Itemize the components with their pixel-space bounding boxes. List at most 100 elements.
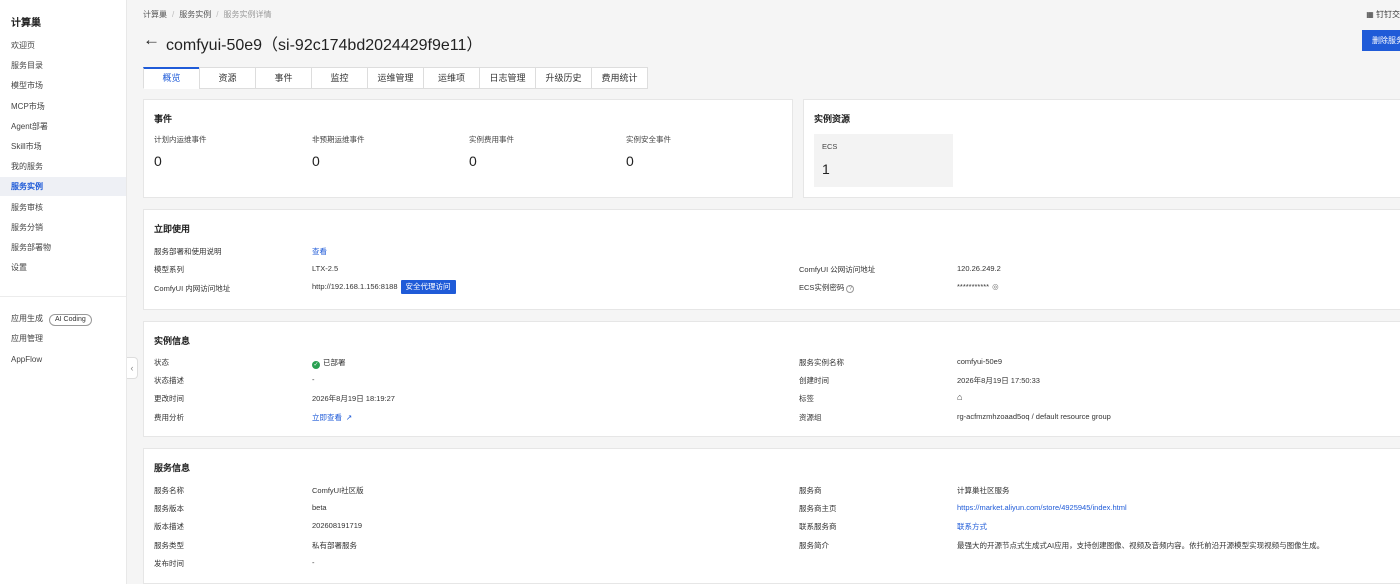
events-card: 事件 计划内运维事件 0 非预期运维事件 0 实例费用事件 0 实例安全事件 0 [143,99,793,198]
instance-name-value: comfyui-50e9 [957,357,1003,366]
check-circle-icon: ✓ [312,361,320,369]
sidebar-item-welcome[interactable]: 欢迎页 [0,36,126,55]
eye-off-icon[interactable]: ◎ [992,282,999,291]
created-time-value: 2026年8月19日 17:50:33 [957,376,1040,385]
version-desc-value: 202608191719 [312,521,363,530]
breadcrumb-item-instances[interactable]: 服务实例 [179,10,211,19]
guide-view-link[interactable]: 查看 [312,246,327,257]
breadcrumb-item-home[interactable]: 计算巢 [143,10,167,19]
tab-events[interactable]: 事件 [255,67,312,89]
field-label: 标签 [799,394,814,403]
field-label: 联系服务商 [799,522,837,531]
tag-icon[interactable]: ⌂ [957,392,962,402]
dingtalk-link[interactable]: ▦ 钉钉交 [1366,9,1400,20]
field-label: 状态描述 [154,376,184,385]
password-value: *********** ◎ [957,282,999,291]
internal-address: http://192.168.1.156:8188 安全代理访问 [312,280,456,294]
field-label: 服务版本 [154,504,184,513]
sidebar-item-service-review[interactable]: 服务审核 [0,198,126,217]
service-version-value: beta [312,503,327,512]
page-title: comfyui-50e9（si-92c174bd2024429f9e11） [166,37,483,54]
stat-label: 实例安全事件 [626,135,671,144]
stat-value[interactable]: 0 [312,153,320,169]
sidebar-item-app-generation[interactable]: 应用生成 AI Coding [0,309,126,328]
resources-card-title: 实例资源 [814,114,851,124]
tab-cost-statistics[interactable]: 费用统计 [591,67,648,89]
events-card-title: 事件 [154,114,173,124]
field-label: 创建时间 [799,376,829,385]
field-label: 更改时间 [154,394,184,403]
tab-overview[interactable]: 概览 [143,67,200,89]
sidebar-divider [0,296,126,297]
status-text: 已部署 [323,358,346,367]
sidebar-item-agent-deploy[interactable]: Agent部署 [0,117,126,136]
ecs-resource-tile[interactable]: ECS 1 [814,134,953,187]
sidebar-item-mcp-market[interactable]: MCP市场 [0,97,126,116]
sidebar-item-app-management[interactable]: 应用管理 [0,329,126,348]
stat-value[interactable]: 0 [469,153,477,169]
sidebar-item-service-instances[interactable]: 服务实例 [0,177,126,196]
quick-use-title: 立即使用 [154,224,191,234]
help-icon[interactable]: ? [846,285,855,293]
field-label: 资源组 [799,413,822,422]
ecs-count: 1 [822,161,830,177]
internal-address-value: http://192.168.1.156:8188 [312,281,398,291]
delete-service-button[interactable]: 删除服务 [1362,30,1400,51]
field-label: 服务简介 [799,541,829,550]
stat-label: 实例费用事件 [469,135,514,144]
dingtalk-icon: ▦ [1366,10,1376,19]
back-arrow-icon[interactable]: ← [143,30,160,50]
sidebar-item-skill-market[interactable]: Skill市场 [0,137,126,156]
field-label: 状态 [154,358,169,367]
contact-vendor-link[interactable]: 联系方式 [957,521,987,532]
tab-resources[interactable]: 资源 [199,67,256,89]
model-series-value: LTX-2.5 [312,264,339,273]
vendor-value: 计算巢社区服务 [957,486,1010,495]
password-field: ECS实例密码? [799,282,855,293]
status-desc-value: - [312,375,315,384]
field-label: 模型系列 [154,265,184,274]
stat-label: 非预期运维事件 [312,135,365,144]
stat-value[interactable]: 0 [154,153,162,169]
ecs-label: ECS [822,142,838,151]
field-label: 服务商主页 [799,504,837,513]
service-intro-value: 最强大的开源节点式生成式AI应用，支持创建图像、视频及音频内容。依托前沿开源模型… [957,541,1325,550]
field-label: 服务部署和使用说明 [154,247,222,256]
tab-log-management[interactable]: 日志管理 [479,67,536,89]
service-type-value: 私有部署服务 [312,541,357,550]
cost-analysis-link[interactable]: 立即查看 ↗ [312,412,352,423]
stat-label: 计划内运维事件 [154,135,207,144]
app-title: 计算巢 [11,18,41,29]
service-info-card: 服务信息 服务名称 ComfyUI社区版 服务版本 beta 版本描述 2026… [143,448,1400,584]
service-name-value: ComfyUI社区版 [312,486,364,495]
publish-time-value: - [312,558,315,567]
sidebar-item-service-distribution[interactable]: 服务分销 [0,218,126,237]
sidebar-item-settings[interactable]: 设置 [0,258,126,277]
cost-link-label: 立即查看 [312,413,342,422]
field-label: 发布时间 [154,559,184,568]
field-label: ECS实例密码 [799,283,845,292]
tab-monitoring[interactable]: 监控 [311,67,368,89]
external-link-icon: ↗ [346,413,353,422]
vendor-homepage-link[interactable]: https://market.aliyun.com/store/4925945/… [957,503,1127,512]
service-info-title: 服务信息 [154,463,191,473]
tab-ops-management[interactable]: 运维管理 [367,67,424,89]
sidebar-item-model-market[interactable]: 模型市场 [0,76,126,95]
field-label: ComfyUI 公网访问地址 [799,265,876,274]
quick-use-card: 立即使用 服务部署和使用说明 查看 模型系列 LTX-2.5 ComfyUI 内… [143,209,1400,310]
tab-ops-items[interactable]: 运维项 [423,67,480,89]
modified-time-value: 2026年8月19日 18:19:27 [312,394,395,403]
sidebar-item-appflow[interactable]: AppFlow [0,350,126,369]
secure-proxy-button[interactable]: 安全代理访问 [400,280,456,294]
breadcrumb-item-current: 服务实例详情 [223,10,272,19]
sidebar-item-service-catalog[interactable]: 服务目录 [0,56,126,75]
ai-coding-badge: AI Coding [49,314,92,326]
sidebar-item-service-artifacts[interactable]: 服务部署物 [0,238,126,257]
tab-upgrade-history[interactable]: 升级历史 [535,67,592,89]
stat-value[interactable]: 0 [626,153,634,169]
field-label: 费用分析 [154,413,184,422]
field-label: 服务商 [799,486,822,495]
sidebar-item-my-services[interactable]: 我的服务 [0,157,126,176]
instance-resources-card: 实例资源 ECS 1 [803,99,1400,198]
field-label: 服务实例名称 [799,358,844,367]
